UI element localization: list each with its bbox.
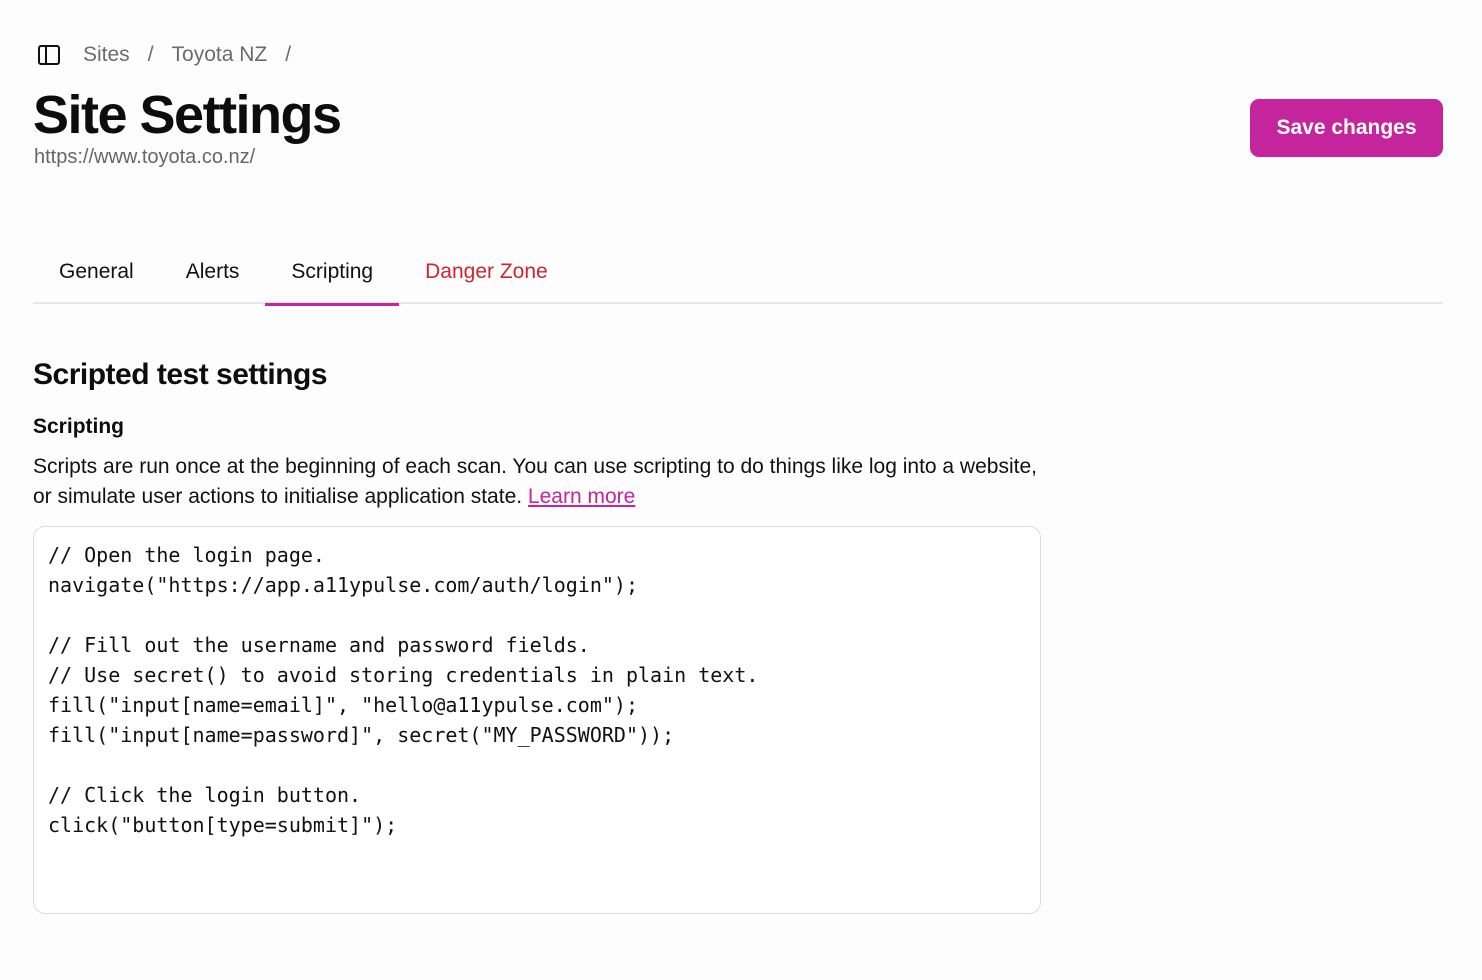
breadcrumb-separator: / (147, 43, 154, 66)
code-line: // Fill out the username and password fi… (48, 633, 590, 657)
code-line: // Click the login button. (48, 783, 362, 807)
tab-scripting[interactable]: Scripting (265, 240, 399, 306)
script-editor[interactable]: // Open the login page. navigate("https:… (33, 526, 1041, 914)
scripting-description: Scripts are run once at the beginning of… (33, 452, 1043, 512)
code-line: fill("input[name=email]", "hello@a11ypul… (48, 693, 639, 717)
breadcrumb-separator: / (285, 43, 292, 66)
breadcrumb-sites[interactable]: Sites (83, 43, 130, 67)
settings-tabs: General Alerts Scripting Danger Zone (33, 240, 1443, 306)
tab-alerts[interactable]: Alerts (160, 240, 266, 304)
breadcrumb-site[interactable]: Toyota NZ (172, 43, 268, 67)
tab-danger-zone[interactable]: Danger Zone (399, 240, 574, 304)
code-line: // Open the login page. (48, 543, 325, 567)
resize-handle-icon[interactable] (1032, 905, 1039, 913)
tab-general[interactable]: General (33, 240, 160, 304)
save-changes-button[interactable]: Save changes (1250, 99, 1443, 157)
code-line: // Use secret() to avoid storing credent… (48, 663, 759, 687)
code-line: navigate("https://app.a11ypulse.com/auth… (48, 573, 639, 597)
site-url: https://www.toyota.co.nz/ (34, 146, 256, 168)
code-line: click("button[type=submit]"); (48, 813, 398, 837)
scripting-label: Scripting (33, 415, 125, 438)
code-line: fill("input[name=password]", secret("MY_… (48, 723, 675, 747)
sidebar-toggle-icon[interactable] (37, 43, 61, 67)
breadcrumb: Sites / Toyota NZ / (37, 40, 309, 70)
site-settings-page: Sites / Toyota NZ / Site Settings https:… (0, 0, 1482, 980)
learn-more-link[interactable]: Learn more (528, 485, 635, 508)
page-title: Site Settings (33, 85, 342, 145)
section-title: Scripted test settings (33, 358, 328, 391)
